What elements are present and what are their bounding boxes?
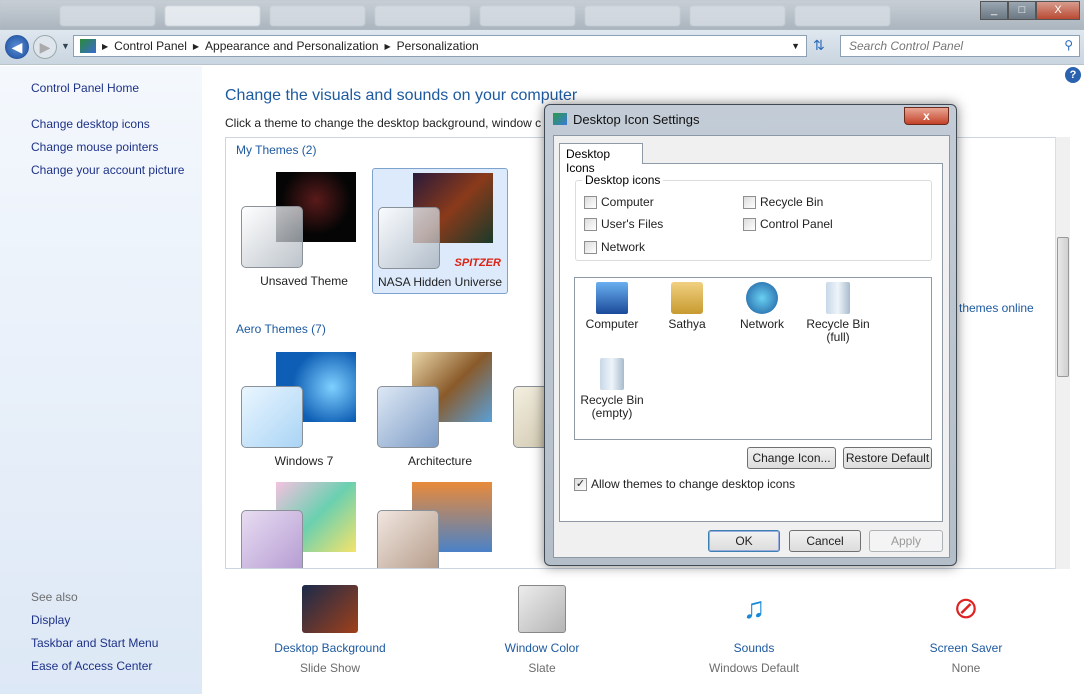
theme-architecture[interactable]: Architecture [372,348,508,474]
see-also-heading: See also [31,590,78,604]
taskbar-link[interactable]: Taskbar and Start Menu [31,636,158,650]
sounds-value: Windows Default [708,661,800,675]
checkbox-network[interactable]: Network [584,240,645,254]
group-label: Desktop icons [582,173,664,187]
window-color-item[interactable]: Window Color Slate [462,585,622,675]
checkbox-users-files[interactable]: User's Files [584,217,663,231]
breadcrumb-personalization[interactable]: Personalization [397,39,479,53]
theme-label: Unsaved Theme [260,274,348,288]
window-color-icon [518,585,566,633]
my-themes-heading: My Themes (2) [236,143,317,157]
desktop-background-label[interactable]: Desktop Background [250,641,410,655]
sounds-icon: ♫ [742,592,766,625]
recycle-bin-empty-icon [600,358,624,390]
computer-icon [596,282,628,314]
desktop-background-value: Slide Show [299,661,361,675]
ok-button[interactable]: OK [708,530,780,552]
allow-themes-checkbox[interactable]: ✓ Allow themes to change desktop icons [574,477,795,491]
page-title: Change the visuals and sounds on your co… [225,87,578,104]
checkbox-computer[interactable]: Computer [584,195,654,209]
recent-pages-dropdown[interactable]: ▼ [61,41,70,51]
restore-default-button[interactable]: Restore Default [843,447,932,469]
left-pane: Control Panel Home Change desktop icons … [0,65,202,694]
control-panel-home-link[interactable]: Control Panel Home [31,81,139,95]
display-link[interactable]: Display [31,613,70,627]
title-bar [0,0,1084,30]
help-icon[interactable]: ? [1065,67,1081,83]
dialog-body: Desktop Icons Desktop icons Computer Use… [553,135,950,558]
search-icon[interactable]: ⚲ [1064,38,1073,52]
chevron-right-icon: ▶ [384,41,391,51]
desktop-background-item[interactable]: Desktop Background Slide Show [250,585,410,675]
maximize-button[interactable]: □ [1008,1,1036,20]
window-color-label[interactable]: Window Color [462,641,622,655]
spitzer-logo: SPITZER [454,257,501,269]
desktop-icons-group: Desktop icons Computer User's Files Netw… [575,173,932,261]
theme-unsaved[interactable]: Unsaved Theme [236,168,372,294]
icon-computer[interactable]: Computer [577,282,647,331]
dialog-title: Desktop Icon Settings [573,112,700,127]
dialog-icon [553,113,567,125]
chevron-right-icon: ▶ [102,41,109,51]
apply-button[interactable]: Apply [869,530,943,552]
icon-list[interactable]: Computer Sathya Network Recycle Bin (ful… [574,277,932,440]
address-bar[interactable]: ▶ Control Panel ▶ Appearance and Persona… [73,35,807,57]
change-account-picture-link[interactable]: Change your account picture [31,163,184,177]
theme-label: Architecture [407,454,473,468]
get-more-themes-link[interactable]: themes online [959,301,1034,315]
theme-label: NASA Hidden Universe [377,275,503,289]
checkbox-recycle-bin[interactable]: Recycle Bin [743,195,823,209]
network-icon [746,282,778,314]
aero-themes-heading: Aero Themes (7) [236,322,326,336]
screen-saver-value: None [951,661,981,675]
search-placeholder: Search Control Panel [849,39,964,53]
tab-panel: Desktop icons Computer User's Files Netw… [559,163,943,522]
desktop-icon-settings-dialog: Desktop Icon Settings x Desktop Icons De… [544,104,957,566]
gallery-scrollbar[interactable] [1055,137,1070,569]
tab-desktop-icons[interactable]: Desktop Icons [559,143,643,175]
user-folder-icon [671,282,703,314]
theme-windows-7[interactable]: Windows 7 [236,348,372,474]
checkbox-control-panel[interactable]: Control Panel [743,217,833,231]
theme-landscapes[interactable] [372,478,508,568]
search-input[interactable]: Search Control Panel ⚲ [840,35,1080,57]
screen-saver-item[interactable]: ⊘ Screen Saver None [886,585,1046,675]
dialog-close-button[interactable]: x [904,107,949,125]
ease-of-access-link[interactable]: Ease of Access Center [31,659,152,673]
close-button[interactable]: X [1036,1,1080,20]
icon-network[interactable]: Network [727,282,797,331]
page-subtitle: Click a theme to change the desktop back… [225,116,542,130]
window-color-value: Slate [528,661,556,675]
screen-saver-label[interactable]: Screen Saver [886,641,1046,655]
change-mouse-pointers-link[interactable]: Change mouse pointers [31,140,158,154]
back-button[interactable]: ◀ [5,35,29,59]
desktop-background-icon [302,585,358,633]
breadcrumb-control-panel[interactable]: Control Panel [114,39,187,53]
refresh-icon[interactable]: ⇅ [813,37,825,54]
change-desktop-icons-link[interactable]: Change desktop icons [31,117,150,131]
control-panel-icon [80,39,96,53]
sounds-item[interactable]: ♫ Sounds Windows Default [674,585,834,675]
chevron-right-icon: ▶ [192,41,200,51]
address-dropdown-icon[interactable]: ▼ [791,41,800,51]
screen-saver-icon: ⊘ [953,592,979,625]
theme-label: Windows 7 [274,454,334,468]
cancel-button[interactable]: Cancel [789,530,861,552]
theme-nasa-hidden-universe[interactable]: SPITZER NASA Hidden Universe [372,168,508,294]
icon-recycle-bin-full[interactable]: Recycle Bin (full) [803,282,873,344]
forward-button[interactable]: ▶ [33,35,57,59]
theme-characters[interactable] [236,478,372,568]
icon-recycle-bin-empty[interactable]: Recycle Bin (empty) [577,358,647,420]
recycle-bin-full-icon [826,282,850,314]
change-icon-button[interactable]: Change Icon... [747,447,836,469]
icon-user[interactable]: Sathya [652,282,722,331]
sounds-label[interactable]: Sounds [674,641,834,655]
minimize-button[interactable]: _ [980,1,1008,20]
breadcrumb-appearance[interactable]: Appearance and Personalization [205,39,378,53]
